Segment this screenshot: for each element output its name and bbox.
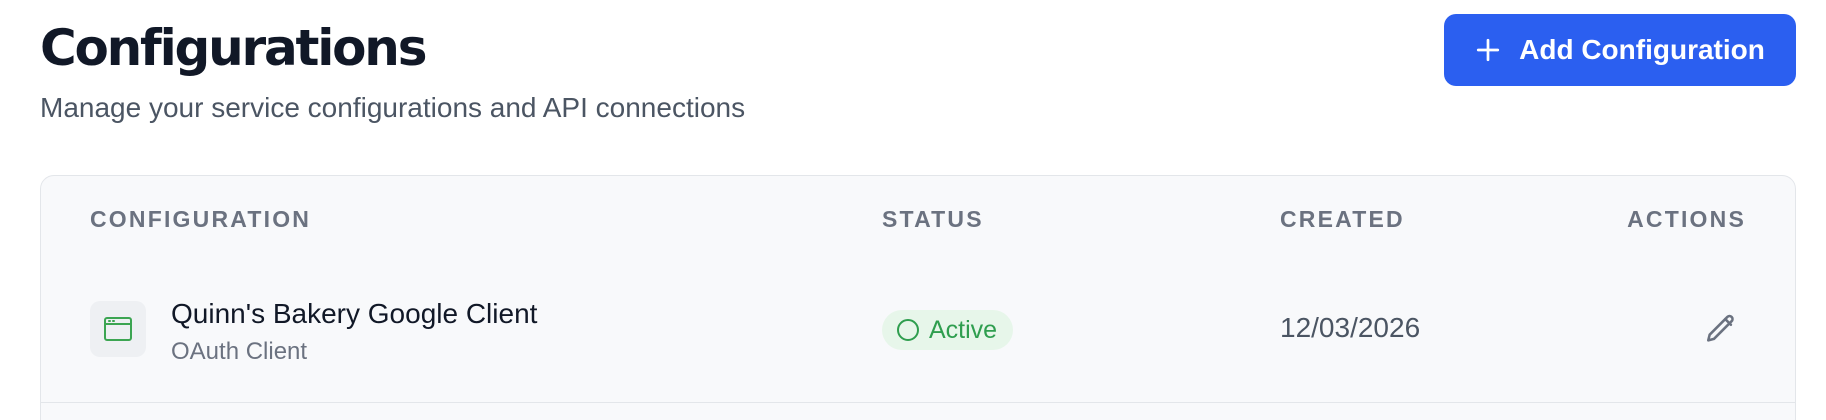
pencil-icon: [1706, 314, 1734, 342]
plus-icon: [1477, 38, 1500, 62]
created-date: 12/03/2026: [1280, 312, 1421, 343]
add-configuration-button[interactable]: Add Configuration: [1444, 14, 1796, 86]
edit-configuration-button[interactable]: [1701, 309, 1741, 349]
table-row[interactable]: Quinn's Bakery Google Client OAuth Clien…: [41, 260, 1795, 403]
column-header-created: CREATED: [1280, 206, 1405, 232]
status-badge: Active: [882, 310, 1014, 350]
table-header: CONFIGURATION STATUS CREATED ACTIONS: [41, 176, 1795, 260]
page-header: Configurations Manage your service confi…: [40, 14, 1796, 128]
column-header-actions: ACTIONS: [1627, 206, 1746, 232]
status-circle-icon: [897, 319, 919, 341]
add-configuration-label: Add Configuration: [1519, 34, 1765, 65]
column-header-configuration: CONFIGURATION: [90, 206, 312, 232]
page-subtitle: Manage your service configurations and A…: [40, 92, 746, 123]
configuration-icon-container: [90, 301, 146, 357]
configuration-name[interactable]: Quinn's Bakery Google Client: [171, 298, 537, 330]
configuration-type: OAuth Client: [171, 338, 308, 365]
browser-window-icon: [104, 317, 132, 341]
page-title: Configurations: [40, 19, 427, 77]
configurations-page: Configurations Manage your service confi…: [0, 0, 1826, 420]
configurations-table: CONFIGURATION STATUS CREATED ACTIONS Qui…: [40, 175, 1796, 420]
column-header-status: STATUS: [882, 206, 984, 232]
status-label: Active: [929, 315, 998, 344]
